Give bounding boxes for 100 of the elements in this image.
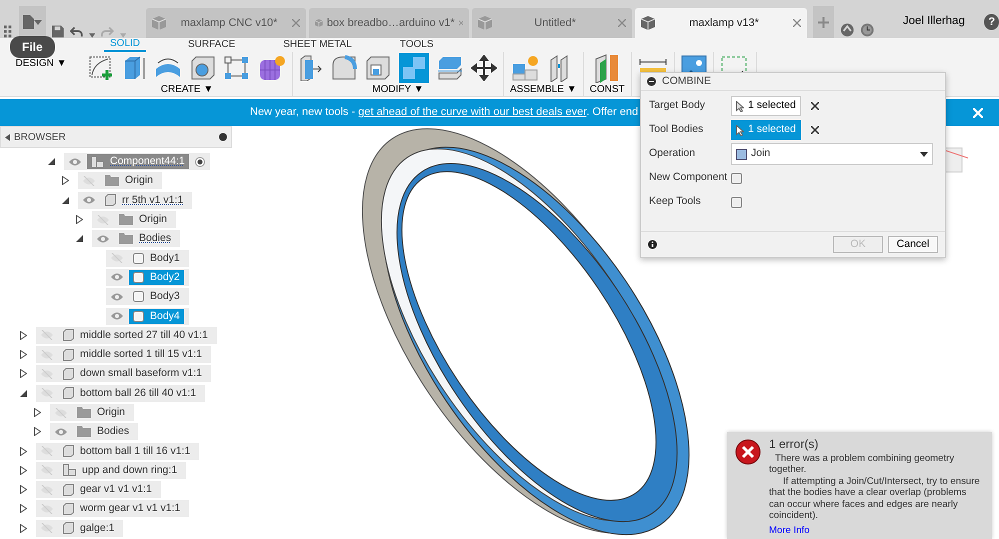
collapsed-triangle-icon	[34, 427, 40, 436]
error-message: There was a problem combining geometry together.	[769, 452, 956, 476]
collapsed-triangle-icon	[20, 330, 26, 340]
collapse-arrow-icon[interactable]	[5, 134, 10, 140]
checkbox[interactable]	[731, 196, 742, 208]
cube-icon	[315, 16, 323, 30]
component-icon	[91, 156, 104, 168]
split-face-icon[interactable]	[437, 55, 463, 81]
cursor-icon	[736, 100, 744, 112]
toolbar-group-dropdown[interactable]: MODIFY ▼	[372, 84, 424, 96]
grid-icon[interactable]	[4, 24, 14, 38]
sketch-icon[interactable]	[88, 55, 114, 81]
pin-icon[interactable]	[219, 133, 227, 141]
more-info-link[interactable]: More Info	[769, 524, 984, 536]
body-icon	[133, 252, 144, 264]
collapsed-triangle-icon	[34, 408, 40, 417]
shell-icon[interactable]	[365, 55, 391, 81]
cancel-button[interactable]: Cancel	[888, 236, 938, 253]
clear-icon[interactable]	[810, 102, 819, 110]
tree-item[interactable]: Origin	[92, 211, 176, 228]
document-tab[interactable]: box breadbo…arduino v1*	[309, 8, 470, 38]
folder-icon	[105, 175, 119, 186]
body-icon	[105, 194, 116, 206]
toolbar-tab[interactable]: SHEET METAL	[277, 38, 358, 52]
tree-item[interactable]: Bodies	[50, 423, 138, 440]
tree-item[interactable]: rr 5th v1 v1:1	[78, 192, 192, 209]
press-pull-icon[interactable]	[299, 55, 323, 81]
tree-item[interactable]: middle sorted 1 till 15 v1:1	[36, 346, 211, 364]
tree-item[interactable]: galge:1	[36, 520, 124, 537]
tree-item[interactable]: down small baseform v1:1	[36, 365, 211, 382]
file-menu-button[interactable]	[19, 6, 46, 38]
caret-icon	[920, 152, 928, 156]
document-icon	[23, 15, 34, 29]
user-name[interactable]: Joel Illerhag	[898, 6, 970, 38]
checkbox[interactable]	[731, 172, 742, 184]
tree-item[interactable]: Body1	[106, 250, 189, 267]
panel-title: BROWSER	[14, 130, 66, 144]
selection-button[interactable]: 1 selected	[731, 96, 801, 116]
expanded-triangle-icon	[76, 235, 82, 242]
body-icon	[63, 522, 74, 534]
save-icon[interactable]	[52, 25, 64, 38]
field-label: Tool Bodies	[649, 122, 704, 138]
expanded-triangle-icon	[48, 158, 54, 166]
toolbar-group-dropdown[interactable]: CREATE ▼	[160, 84, 214, 96]
box-sparkle-icon[interactable]	[258, 54, 286, 82]
operation-dropdown[interactable]: Join	[731, 143, 933, 165]
document-tab[interactable]: Untitled*	[472, 8, 632, 38]
body-icon	[63, 484, 74, 496]
document-tab[interactable]: maxlamp v13*	[635, 8, 808, 38]
clear-icon[interactable]	[810, 126, 819, 134]
field-label: Target Body	[649, 98, 706, 114]
field-label: New Component	[649, 170, 728, 186]
error-detail: If attempting a Join/Cut/Intersect, try to ensure that the bodies have a clear overlap (problems can occur where faces and edges are nearly coincident).	[769, 476, 981, 522]
body-icon	[63, 368, 74, 380]
toolbar-group-dropdown[interactable]: ASSEMBLE ▼	[510, 84, 577, 96]
folder-icon	[119, 233, 133, 244]
extrude-icon[interactable]	[122, 55, 146, 81]
collapsed-triangle-icon	[62, 176, 68, 186]
tree-item[interactable]: bottom ball 26 till 40 v1:1	[36, 384, 206, 402]
collapse-icon[interactable]	[647, 77, 656, 86]
move-icon[interactable]	[471, 55, 497, 81]
body-icon	[133, 272, 144, 283]
tree-item[interactable]: Bodies	[92, 230, 180, 248]
body-icon	[63, 445, 74, 458]
field-label: Operation	[649, 146, 696, 162]
tree-item[interactable]: middle sorted 27 till 40 v1:1	[36, 326, 217, 344]
cursor-icon	[736, 124, 744, 136]
workspace-dropdown[interactable]: DESIGN ▼	[15, 58, 66, 70]
hole-icon[interactable]	[190, 55, 216, 81]
tree-item[interactable]: gear v1 v1 v1:1	[36, 481, 161, 498]
collapsed-triangle-icon	[76, 215, 82, 224]
info-icon[interactable]	[648, 240, 657, 249]
body-icon	[63, 502, 74, 515]
folder-icon	[77, 426, 91, 438]
expanded-triangle-icon	[62, 196, 68, 204]
tree-item[interactable]: Origin	[78, 172, 162, 190]
folder-icon	[119, 214, 133, 226]
toolbar-tab[interactable]: SURFACE	[182, 38, 242, 52]
fillet-icon[interactable]	[331, 55, 357, 81]
cube-icon	[641, 16, 656, 30]
expanded-triangle-icon	[20, 390, 26, 397]
document-tab[interactable]: maxlamp CNC v10*	[146, 8, 306, 38]
close-icon[interactable]	[793, 19, 802, 27]
join-icon	[736, 148, 747, 160]
body-icon	[63, 387, 74, 400]
file-tooltip: File	[10, 36, 55, 58]
tree-item[interactable]: Body3	[106, 288, 189, 306]
tree-item[interactable]: upp and down ring:1	[36, 462, 186, 479]
body-icon	[63, 329, 74, 342]
tree-item[interactable]: Origin	[50, 404, 134, 421]
plane-icon[interactable]	[594, 53, 620, 83]
body-icon	[133, 310, 144, 322]
help-button[interactable]: ?	[984, 14, 999, 30]
undo-icon[interactable]	[70, 26, 83, 38]
tree-item[interactable]: bottom ball 1 till 16 v1:1	[36, 442, 200, 460]
clock-icon[interactable]	[860, 22, 875, 38]
pattern-icon[interactable]	[224, 56, 250, 80]
toolbar-tab[interactable]: TOOLS	[394, 38, 440, 52]
toolbar-group-dropdown[interactable]: CONST	[590, 84, 625, 96]
tree-item[interactable]: worm gear v1 v1 v1:1	[36, 500, 190, 518]
